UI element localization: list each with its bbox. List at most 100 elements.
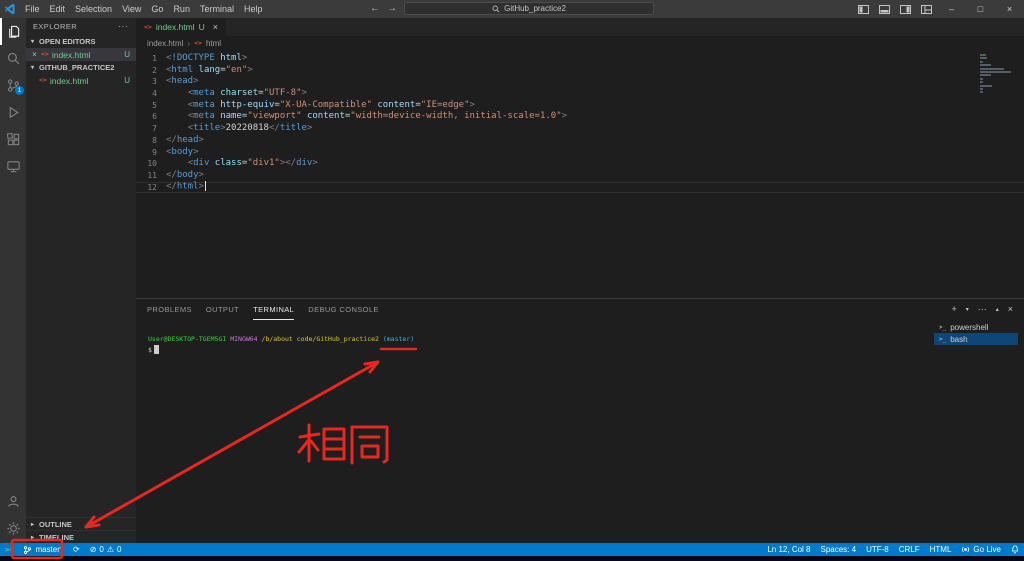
code-line-2[interactable]: 2 <html lang="en"> [136, 65, 1024, 77]
breadcrumb-symbol[interactable]: html [206, 39, 221, 48]
breadcrumb[interactable]: index.html › <> html [136, 36, 1024, 50]
panel-tab-output[interactable]: OUTPUT [206, 299, 239, 320]
forward-icon[interactable]: → [387, 3, 397, 14]
menu-view[interactable]: View [117, 0, 146, 18]
menu-selection[interactable]: Selection [70, 0, 117, 18]
scm-badge: 1 [15, 86, 24, 95]
maximize-panel-icon[interactable]: ▴ [996, 307, 999, 313]
bottom-panel: PROBLEMS OUTPUT TERMINAL DEBUG CONSOLE + ▾ … [136, 298, 1024, 543]
section-open-editors[interactable]: ▾ OPEN EDITORS [26, 35, 136, 48]
minimap[interactable] [980, 54, 1016, 94]
git-branch-status[interactable]: master* [18, 543, 68, 556]
panel-tab-terminal[interactable]: TERMINAL [253, 299, 295, 320]
language-label: HTML [929, 545, 952, 554]
remote-indicator[interactable]: >< [0, 543, 18, 556]
terminal-body: User@DESKTOP-TGEM5GI MINGW64 /b/about co… [136, 320, 1024, 543]
line-number: 11 [147, 170, 157, 180]
maximize-icon[interactable]: □ [966, 0, 995, 18]
cursor-position[interactable]: Ln 12, Col 8 [762, 543, 815, 556]
open-editor-item[interactable]: × <> index.html U [26, 48, 136, 61]
sidebar-title-label: EXPLORER [33, 22, 78, 31]
encoding-setting[interactable]: UTF-8 [861, 543, 894, 556]
explorer-file-item[interactable]: <> index.html U [26, 74, 136, 87]
code-line-1[interactable]: 1 <!DOCTYPE html> [136, 53, 1024, 65]
eol-setting[interactable]: CRLF [894, 543, 925, 556]
terminal-label: powershell [950, 322, 989, 332]
close-icon[interactable]: × [995, 0, 1024, 18]
sidebar-item-run-debug[interactable] [0, 99, 26, 126]
sidebar-item-remote-explorer[interactable] [0, 153, 26, 180]
sidebar-title: EXPLORER ··· [26, 18, 136, 35]
section-label: TIMELINE [39, 532, 74, 542]
customize-layout-icon[interactable] [916, 0, 937, 18]
code-line-3[interactable]: 3 <head> [136, 76, 1024, 88]
menu-edit[interactable]: Edit [45, 0, 71, 18]
code-line-12[interactable]: 12 </html> [136, 181, 1024, 194]
back-icon[interactable]: ← [370, 3, 380, 14]
notifications-button[interactable] [1006, 543, 1024, 556]
language-mode[interactable]: HTML [925, 543, 957, 556]
terminal-dropdown-icon[interactable]: ▾ [966, 307, 969, 313]
panel-tab-problems[interactable]: PROBLEMS [147, 299, 192, 320]
vscode-logo-icon [0, 3, 20, 15]
status-bar-right: Ln 12, Col 8 Spaces: 4 UTF-8 CRLF HTML G… [762, 543, 1024, 556]
code-line-10[interactable]: 10 <div class="div1"></div> [136, 158, 1024, 170]
section-folder[interactable]: ▾ GITHUB_PRACTICE2 [26, 61, 136, 74]
tab-close-icon[interactable]: × [213, 22, 218, 32]
problems-status[interactable]: ⊘ 0 ⚠ 0 [85, 543, 127, 556]
code-line-9[interactable]: 9 <body> [136, 147, 1024, 159]
breadcrumb-file[interactable]: index.html [147, 39, 183, 48]
editor-group: <> index.html U × index.html › <> html 1… [136, 18, 1024, 298]
close-editor-icon[interactable]: × [31, 50, 38, 59]
section-outline[interactable]: ▸ OUTLINE [26, 517, 136, 530]
sidebar-item-search[interactable] [0, 45, 26, 72]
code-text: <head> [166, 76, 199, 87]
go-live-button[interactable]: Go Live [956, 543, 1006, 556]
html-file-icon: <> [39, 76, 47, 85]
terminal-content[interactable]: User@DESKTOP-TGEM5GI MINGW64 /b/about co… [136, 320, 1024, 356]
menu-go[interactable]: Go [146, 0, 168, 18]
search-box[interactable]: GitHub_practice2 [404, 2, 654, 15]
menu-file[interactable]: File [20, 0, 45, 18]
command-center: ← → GitHub_practice2 [370, 2, 654, 15]
code-line-4[interactable]: 4 <meta charset="UTF-8"> [136, 88, 1024, 100]
chevron-right-icon: ▸ [30, 521, 34, 528]
terminal-instance-powershell[interactable]: >_ powershell [934, 321, 1018, 333]
sidebar-item-extensions[interactable] [0, 126, 26, 153]
menu-run[interactable]: Run [168, 0, 195, 18]
section-label: OUTLINE [39, 519, 72, 529]
html-file-icon: <> [41, 50, 49, 59]
close-panel-icon[interactable]: × [1008, 305, 1013, 314]
settings-button[interactable] [0, 515, 26, 542]
sidebar-item-source-control[interactable]: 1 [0, 72, 26, 99]
code-line-11[interactable]: 11 </body> [136, 170, 1024, 182]
activity-bar: 1 [0, 18, 26, 543]
toggle-sidebar-icon[interactable] [853, 0, 874, 18]
terminal-instance-bash[interactable]: >_ bash [934, 333, 1018, 345]
account-button[interactable] [0, 488, 26, 515]
indentation-setting[interactable]: Spaces: 4 [816, 543, 862, 556]
code-line-6[interactable]: 6 <meta name="viewport" content="width=d… [136, 111, 1024, 123]
code-line-8[interactable]: 8 </head> [136, 135, 1024, 147]
sidebar-item-explorer[interactable] [0, 18, 26, 45]
sync-button[interactable]: ⟳ [68, 543, 85, 556]
code-line-5[interactable]: 5 <meta http-equiv="X-UA-Compatible" con… [136, 100, 1024, 112]
more-actions-icon[interactable]: ··· [978, 305, 987, 314]
tab-index-html[interactable]: <> index.html U × [136, 18, 226, 36]
toggle-panel-icon[interactable] [874, 0, 895, 18]
toggle-secondary-sidebar-icon[interactable] [895, 0, 916, 18]
more-actions-icon[interactable]: ··· [118, 22, 129, 31]
code-text: <html lang="en"> [166, 64, 253, 75]
section-timeline[interactable]: ▸ TIMELINE [26, 530, 136, 543]
menu-help[interactable]: Help [239, 0, 268, 18]
vscode-window: File Edit Selection View Go Run Terminal Help ←… [0, 0, 1024, 561]
line-number: 2 [152, 65, 157, 75]
spaces-label: Spaces: 4 [820, 545, 857, 554]
minimize-icon[interactable]: – [937, 0, 966, 18]
panel-tab-debug-console[interactable]: DEBUG CONSOLE [308, 299, 379, 320]
status-bar-left: >< master* ⟳ ⊘ 0 ⚠ 0 [0, 543, 126, 556]
menu-terminal[interactable]: Terminal [195, 0, 239, 18]
sync-icon: ⟳ [73, 544, 80, 554]
new-terminal-icon[interactable]: + [951, 305, 956, 314]
code-line-7[interactable]: 7 <title>20220818</title> [136, 123, 1024, 135]
